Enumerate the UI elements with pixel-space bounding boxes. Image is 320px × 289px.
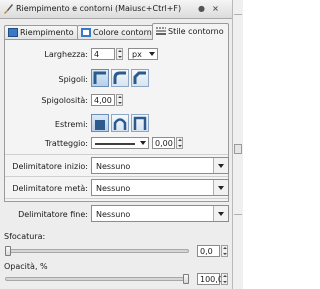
square-cap-icon — [133, 116, 147, 130]
collapse-handle[interactable] — [234, 144, 242, 154]
iconify-icon[interactable]: ● — [197, 4, 206, 13]
join-miter-button[interactable] — [91, 69, 109, 87]
start-marker-value: Nessuno — [96, 162, 131, 171]
butt-cap-icon — [95, 120, 105, 130]
tab-bar: Riempimento Colore contorno Stile contor… — [4, 23, 229, 40]
divider — [234, 14, 242, 15]
cap-label: Estremi: — [54, 120, 88, 129]
cap-square-button[interactable] — [131, 114, 149, 132]
dash-label: Tratteggio: — [44, 139, 88, 148]
width-label: Larghezza: — [44, 50, 88, 59]
fill-icon — [8, 28, 18, 37]
tab-stroke-paint-label: Colore contorno — [93, 28, 157, 37]
mid-marker-value: Nessuno — [96, 184, 131, 193]
divider — [234, 214, 242, 215]
blur-slider-thumb[interactable] — [5, 246, 11, 256]
bevel-join-icon — [133, 71, 146, 84]
dash-offset-spinner[interactable] — [176, 137, 183, 149]
join-round-button[interactable] — [111, 69, 129, 87]
miter-limit-input[interactable]: 4,00 — [91, 94, 115, 106]
unit-select[interactable]: px — [128, 48, 158, 60]
divider — [5, 198, 228, 199]
dash-offset-input[interactable]: 0,00 — [152, 137, 175, 149]
stroke-style-panel: Larghezza: 4 px Spigoli: Spigolosità: 4,… — [4, 39, 229, 222]
tab-stroke-paint[interactable]: Colore contorno — [77, 25, 157, 39]
blur-label: Sfocatura: — [4, 232, 46, 241]
stroke-style-icon — [156, 27, 166, 35]
close-icon[interactable]: × — [211, 4, 220, 13]
blur-input[interactable]: 0,0 — [197, 245, 220, 257]
miter-limit-label: Spigolosità: — [41, 96, 88, 105]
cap-round-button[interactable] — [111, 114, 129, 132]
blur-slider[interactable] — [5, 249, 189, 253]
width-spinner[interactable] — [116, 48, 123, 60]
opacity-slider-thumb[interactable] — [183, 274, 189, 284]
join-label: Spigoli: — [58, 75, 89, 84]
opacity-label: Opacità, % — [4, 262, 48, 271]
stroke-paint-icon — [81, 28, 91, 37]
tab-fill[interactable]: Riempimento — [4, 25, 78, 39]
end-marker-value: Nessuno — [96, 210, 131, 219]
end-marker-label: Delimitatore fine: — [18, 210, 88, 219]
start-marker-label: Delimitatore inizio: — [12, 162, 88, 171]
tab-stroke-style-label: Stile contorno — [168, 27, 224, 36]
blur-spinner[interactable] — [221, 245, 228, 257]
round-cap-icon — [113, 118, 127, 130]
miter-join-icon — [93, 71, 106, 84]
cap-butt-button[interactable] — [91, 114, 109, 132]
end-marker-select[interactable]: Nessuno — [91, 205, 229, 222]
chevron-down-icon — [213, 180, 228, 195]
tab-stroke-style[interactable]: Stile contorno — [152, 23, 229, 40]
start-marker-select[interactable]: Nessuno — [91, 157, 229, 174]
chevron-down-icon — [149, 52, 155, 56]
dialog-titlebar: Riempimento e contorni (Maiusc+Ctrl+F) ●… — [0, 0, 232, 19]
opacity-input[interactable]: 100,0 — [197, 273, 223, 285]
brush-icon — [4, 4, 13, 14]
opacity-slider[interactable] — [5, 277, 189, 281]
solid-line-preview — [95, 143, 135, 145]
chevron-down-icon — [213, 206, 228, 221]
tab-fill-label: Riempimento — [20, 28, 74, 37]
unit-value: px — [132, 50, 142, 59]
chevron-down-icon — [140, 141, 146, 145]
divider — [5, 154, 228, 155]
opacity-spinner[interactable] — [221, 273, 228, 285]
mid-marker-select[interactable]: Nessuno — [91, 179, 229, 196]
round-join-icon — [113, 71, 126, 84]
mid-marker-label: Delimitatore metà: — [12, 184, 88, 193]
chevron-down-icon — [213, 158, 228, 173]
divider — [5, 176, 228, 177]
miter-limit-spinner[interactable] — [116, 94, 123, 106]
dialog-title: Riempimento e contorni (Maiusc+Ctrl+F) — [16, 4, 182, 13]
join-bevel-button[interactable] — [131, 69, 149, 87]
adjacent-panel-edge — [233, 0, 243, 289]
fill-and-stroke-dialog: Riempimento e contorni (Maiusc+Ctrl+F) ●… — [0, 0, 233, 289]
dash-pattern-select[interactable] — [91, 137, 149, 149]
width-input[interactable]: 4 — [91, 48, 115, 60]
